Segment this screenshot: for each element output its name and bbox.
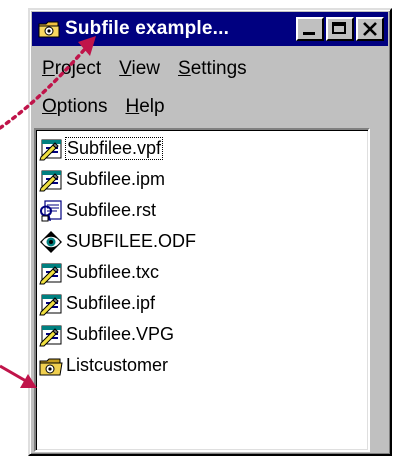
list-item-label: Listcustomer: [66, 355, 169, 375]
list-item[interactable]: Listcustomer: [36, 350, 368, 381]
list-item-label: Subfilee.VPG: [66, 324, 175, 344]
close-button[interactable]: [356, 17, 384, 41]
eye-data-icon: [39, 230, 63, 254]
pen-form-icon: [39, 261, 63, 285]
pen-form-icon: [39, 323, 63, 347]
list-item-label: Subfilee.vpf: [64, 137, 164, 160]
project-folder-icon[interactable]: [38, 18, 60, 40]
list-item-label: Subfilee.ipm: [66, 169, 166, 189]
list-item-label: Subfilee.rst: [66, 200, 157, 220]
pen-form-icon: [39, 168, 63, 192]
project-folder-icon: [39, 354, 63, 378]
minimize-button[interactable]: [296, 17, 324, 41]
list-item-label: Subfilee.txc: [66, 262, 160, 282]
window-controls: [294, 17, 384, 41]
list-item[interactable]: Subfilee.ipm: [36, 164, 368, 195]
list-item[interactable]: SUBFILEE.ODF: [36, 226, 368, 257]
menu-row-1: Project View Settings: [34, 50, 388, 88]
title-bar[interactable]: Subfile example...: [32, 12, 388, 46]
menu-view[interactable]: View: [111, 58, 170, 80]
menu-row-2: Options Help: [34, 88, 388, 126]
menu-settings[interactable]: Settings: [170, 58, 257, 80]
window-title: Subfile example...: [65, 18, 230, 39]
close-icon: [363, 22, 377, 36]
menu-options[interactable]: Options: [34, 96, 117, 118]
app-window: Subfile example... Project View Settings…: [28, 8, 392, 456]
maximize-button[interactable]: [326, 17, 354, 41]
list-item[interactable]: Subfilee.rst: [36, 195, 368, 226]
menu-help[interactable]: Help: [117, 96, 174, 118]
list-item-label: SUBFILEE.ODF: [66, 231, 197, 251]
menu-project[interactable]: Project: [34, 58, 111, 80]
pen-form-icon: [39, 137, 63, 161]
pen-form-icon: [39, 292, 63, 316]
list-item[interactable]: Subfilee.VPG: [36, 319, 368, 350]
list-item[interactable]: Subfilee.ipf: [36, 288, 368, 319]
file-list[interactable]: Subfilee.vpf Subfilee.ipm Subfilee.rst S…: [34, 128, 370, 452]
menu-bar: Project View Settings Options Help: [34, 50, 388, 126]
report-icon: [39, 199, 63, 223]
list-item-label: Subfilee.ipf: [66, 293, 156, 313]
list-item[interactable]: Subfilee.vpf: [36, 133, 368, 164]
list-item[interactable]: Subfilee.txc: [36, 257, 368, 288]
